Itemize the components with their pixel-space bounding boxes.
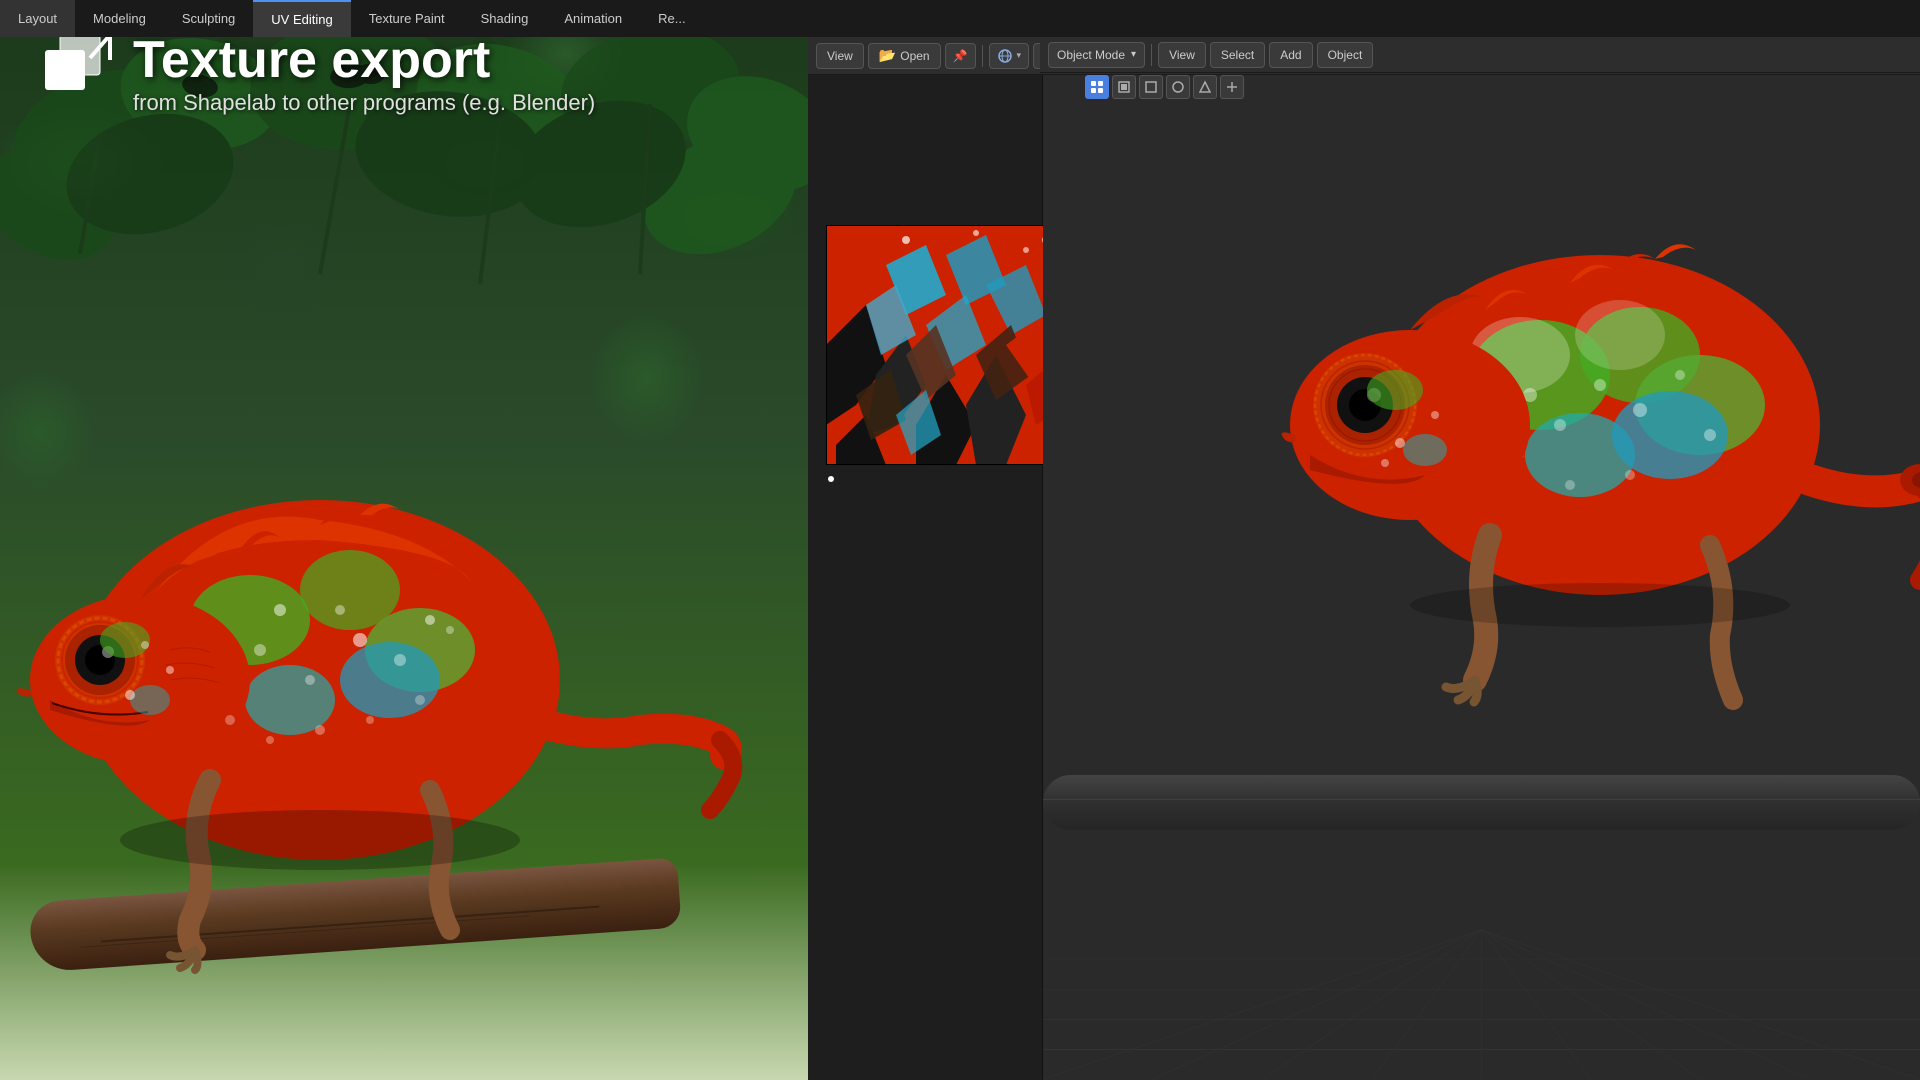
chameleon-3d-svg (1280, 95, 1920, 715)
view-btn-label: View (1169, 48, 1195, 62)
vp-icon-3[interactable] (1139, 75, 1163, 99)
open-label: Open (900, 49, 929, 63)
tab-shading[interactable]: Shading (463, 0, 547, 37)
object-btn-label: Object (1328, 48, 1363, 62)
tab-sculpting[interactable]: Sculpting (164, 0, 253, 37)
sphere-button[interactable]: ▾ (989, 43, 1030, 69)
title-text-block: Texture export from Shapelab to other pr… (133, 30, 595, 116)
sep3 (1151, 44, 1152, 66)
vp-icon-1[interactable] (1085, 75, 1109, 99)
vp-icon-5[interactable] (1193, 75, 1217, 99)
pin-button[interactable]: 📌 (945, 43, 976, 69)
uv-map-dot (828, 476, 834, 482)
view-label: View (827, 49, 853, 63)
chameleon-svg (0, 300, 750, 1030)
object-mode-chevron: ▾ (1131, 49, 1136, 60)
tab-uv-editing[interactable]: UV Editing (253, 0, 350, 37)
sep1 (982, 45, 983, 67)
tab-layout[interactable]: Layout (0, 0, 75, 37)
chevron-down-icon: ▾ (1017, 50, 1022, 61)
select-btn-label: Select (1221, 48, 1254, 62)
uv-map-svg (826, 225, 1066, 465)
globe-icon (997, 48, 1013, 64)
object-mode-dropdown[interactable]: Object Mode ▾ (1048, 42, 1145, 68)
vp-icon-6[interactable] (1220, 75, 1244, 99)
viewport-overlay-icons (1085, 75, 1244, 99)
right-panel (808, 37, 1920, 1080)
shapelab-logo (40, 30, 115, 105)
viewport-branch (1043, 775, 1920, 830)
viewport-object-btn[interactable]: Object (1317, 42, 1374, 68)
title-overlay: Texture export from Shapelab to other pr… (40, 30, 595, 116)
pin-icon: 📌 (953, 49, 968, 63)
left-panel: Texture export from Shapelab to other pr… (0, 0, 808, 1080)
uv-texture-container (826, 225, 1066, 465)
viewport-add-btn[interactable]: Add (1269, 42, 1312, 68)
top-menubar: Layout Modeling Sculpting UV Editing Tex… (0, 0, 1920, 37)
view-button[interactable]: View (816, 43, 864, 69)
tab-modeling[interactable]: Modeling (75, 0, 164, 37)
folder-icon: 📂 (879, 47, 896, 64)
open-button[interactable]: 📂 Open (868, 43, 941, 69)
page-title: Texture export (133, 34, 595, 86)
viewport-toolbar: Object Mode ▾ View Select Add Object (1040, 37, 1920, 73)
viewport-3d (1043, 75, 1920, 1080)
tab-texture-paint[interactable]: Texture Paint (351, 0, 463, 37)
uv-editor-panel (808, 75, 1043, 1080)
viewport-view-btn[interactable]: View (1158, 42, 1206, 68)
workspace-tabs: Layout Modeling Sculpting UV Editing Tex… (0, 0, 704, 37)
vp-icon-2[interactable] (1112, 75, 1136, 99)
vp-icon-4[interactable] (1166, 75, 1190, 99)
object-mode-label: Object Mode (1057, 48, 1125, 62)
tab-rendering[interactable]: Re... (640, 0, 703, 37)
viewport-select-btn[interactable]: Select (1210, 42, 1265, 68)
add-btn-label: Add (1280, 48, 1301, 62)
tab-animation[interactable]: Animation (546, 0, 640, 37)
page-subtitle: from Shapelab to other programs (e.g. Bl… (133, 90, 595, 116)
